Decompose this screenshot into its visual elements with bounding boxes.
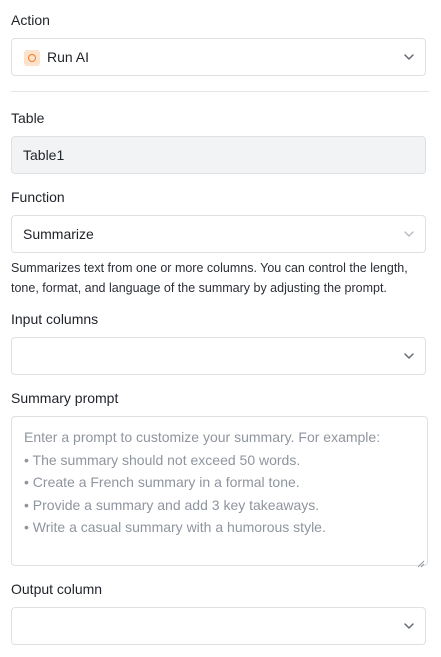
table-field-value: Table1 xyxy=(23,147,65,163)
resize-handle-icon[interactable] xyxy=(417,555,425,568)
input-columns-label: Input columns xyxy=(11,311,99,327)
chevron-down-icon xyxy=(403,620,415,632)
chevron-down-icon xyxy=(403,228,415,240)
chevron-down-icon xyxy=(403,51,415,63)
output-column-label: Output column xyxy=(11,581,103,597)
table-label: Table xyxy=(11,110,45,126)
run-ai-icon xyxy=(24,50,40,66)
section-divider xyxy=(11,91,429,92)
summary-prompt-placeholder: Enter a prompt to customize your summary… xyxy=(24,429,381,535)
chevron-down-icon xyxy=(403,350,415,362)
input-columns-select[interactable] xyxy=(11,337,426,375)
function-select-value: Summarize xyxy=(23,226,94,242)
function-select[interactable]: Summarize xyxy=(11,215,426,253)
output-column-select[interactable] xyxy=(11,607,426,645)
run-ai-settings-panel: Action Run AI Table Table1 Function Summ… xyxy=(0,0,441,657)
summary-prompt-label: Summary prompt xyxy=(11,390,119,406)
summary-prompt-textarea[interactable]: Enter a prompt to customize your summary… xyxy=(11,416,428,568)
action-select[interactable]: Run AI xyxy=(11,38,426,76)
function-description: Summarizes text from one or more columns… xyxy=(11,261,408,295)
table-field: Table1 xyxy=(11,136,426,174)
action-select-value: Run AI xyxy=(47,49,90,65)
action-label: Action xyxy=(11,12,50,28)
function-label: Function xyxy=(11,189,65,205)
